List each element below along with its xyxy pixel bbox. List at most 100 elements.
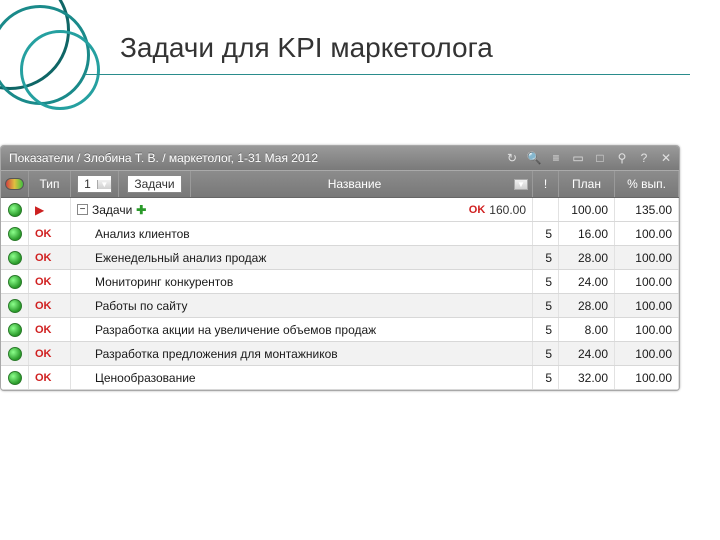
name-cell[interactable]: Разработка акции на увеличение объемов п… xyxy=(71,318,533,341)
type-cell: OK xyxy=(29,246,71,269)
summary-name-cell[interactable]: − Задачи ✚ OK 160.00 xyxy=(71,198,533,221)
pct-cell: 100.00 xyxy=(615,318,679,341)
status-cell xyxy=(1,222,29,245)
refresh-icon[interactable]: ↻ xyxy=(503,150,521,166)
type-header[interactable]: Тип xyxy=(29,171,71,197)
window-title-bar[interactable]: Показатели / Злобина Т. В. / маркетолог,… xyxy=(1,146,679,170)
pct-cell: 100.00 xyxy=(615,342,679,365)
priority-cell: 5 xyxy=(533,246,559,269)
pct-cell: 100.00 xyxy=(615,294,679,317)
pct-cell: 100.00 xyxy=(615,246,679,269)
ok-badge: OK xyxy=(35,276,52,288)
plan-cell: 28.00 xyxy=(559,246,615,269)
status-cell xyxy=(1,294,29,317)
status-cell xyxy=(1,342,29,365)
ok-badge: OK xyxy=(35,300,52,312)
close-icon[interactable]: ✕ xyxy=(657,150,675,166)
window-title: Показатели / Злобина Т. В. / маркетолог,… xyxy=(5,151,499,165)
name-cell[interactable]: Ценообразование xyxy=(71,366,533,389)
plan-cell: 28.00 xyxy=(559,294,615,317)
status-green-icon xyxy=(8,347,22,361)
chevron-down-icon[interactable]: ▼ xyxy=(514,179,528,190)
plan-cell: 16.00 xyxy=(559,222,615,245)
table-row[interactable]: OK Анализ клиентов516.00100.00 xyxy=(1,222,679,246)
plan-header[interactable]: План xyxy=(559,171,615,197)
status-cell xyxy=(1,270,29,293)
priority-cell: 5 xyxy=(533,342,559,365)
name-header[interactable]: Название ▼ xyxy=(191,171,533,197)
pct-cell: 100.00 xyxy=(615,366,679,389)
plan-cell: 100.00 xyxy=(559,198,615,221)
rank-header[interactable]: 1 ▼ xyxy=(71,171,119,197)
page-title: Задачи для KPI маркетолога xyxy=(120,32,493,64)
priority-header[interactable]: ! xyxy=(533,171,559,197)
rank-spinner[interactable]: 1 ▼ xyxy=(77,175,112,193)
table-row[interactable]: OK Еженедельный анализ продаж528.00100.00 xyxy=(1,246,679,270)
type-cell: OK xyxy=(29,270,71,293)
category-header[interactable]: Задачи xyxy=(119,171,191,197)
decor-circle xyxy=(20,30,100,110)
plan-cell: 24.00 xyxy=(559,342,615,365)
plan-cell: 32.00 xyxy=(559,366,615,389)
collapse-icon[interactable]: ▭ xyxy=(569,150,587,166)
pct-cell: 100.00 xyxy=(615,270,679,293)
priority-cell: 5 xyxy=(533,318,559,341)
table-row[interactable]: OK Разработка предложения для монтажников… xyxy=(1,342,679,366)
collapse-toggle[interactable]: − xyxy=(77,204,88,215)
status-green-icon xyxy=(8,275,22,289)
priority-cell: 5 xyxy=(533,270,559,293)
status-cell xyxy=(1,246,29,269)
type-cell: OK xyxy=(29,318,71,341)
pct-cell: 135.00 xyxy=(615,198,679,221)
status-green-icon xyxy=(8,251,22,265)
status-cell xyxy=(1,198,29,221)
search-icon[interactable]: 🔍 xyxy=(525,150,543,166)
kpi-window: Показатели / Злобина Т. В. / маркетолог,… xyxy=(0,145,680,391)
name-cell[interactable]: Мониторинг конкурентов xyxy=(71,270,533,293)
pct-header[interactable]: % вып. xyxy=(615,171,679,197)
table-row[interactable]: OK Ценообразование532.00100.00 xyxy=(1,366,679,390)
status-cell xyxy=(1,318,29,341)
summary-total: 160.00 xyxy=(489,203,526,217)
summary-ok-badge: OK xyxy=(469,204,486,216)
title-underline xyxy=(85,74,690,75)
name-cell[interactable]: Анализ клиентов xyxy=(71,222,533,245)
ok-badge: OK xyxy=(35,228,52,240)
status-header[interactable] xyxy=(1,171,29,197)
ok-badge: OK xyxy=(35,372,52,384)
ok-badge: OK xyxy=(35,252,52,264)
type-cell: ▶ xyxy=(29,198,71,221)
category-value: Задачи xyxy=(128,177,180,191)
table-row[interactable]: OK Разработка акции на увеличение объемов… xyxy=(1,318,679,342)
table-row[interactable]: OK Мониторинг конкурентов524.00100.00 xyxy=(1,270,679,294)
plan-cell: 24.00 xyxy=(559,270,615,293)
rank-value: 1 xyxy=(78,177,97,191)
chevron-down-icon[interactable]: ▼ xyxy=(97,180,111,189)
priority-cell: 5 xyxy=(533,366,559,389)
status-green-icon xyxy=(8,227,22,241)
ok-badge: OK xyxy=(35,324,52,336)
table-summary-row[interactable]: ▶ − Задачи ✚ OK 160.00 100.00 135.00 xyxy=(1,198,679,222)
plan-cell: 8.00 xyxy=(559,318,615,341)
status-cell xyxy=(1,366,29,389)
pct-cell: 100.00 xyxy=(615,222,679,245)
column-header-row: Тип 1 ▼ Задачи Название ▼ ! План % вып. xyxy=(1,170,679,198)
name-cell[interactable]: Работы по сайту xyxy=(71,294,533,317)
ok-badge: OK xyxy=(35,348,52,360)
priority-cell: 5 xyxy=(533,222,559,245)
table-row[interactable]: OK Работы по сайту528.00100.00 xyxy=(1,294,679,318)
name-header-label: Название xyxy=(195,177,514,191)
filter-icon[interactable]: ≡ xyxy=(547,150,565,166)
flag-icon: ▶ xyxy=(35,203,44,217)
help-icon[interactable]: ? xyxy=(635,150,653,166)
priority-cell: 5 xyxy=(533,294,559,317)
priority-cell xyxy=(533,198,559,221)
split-icon[interactable]: □ xyxy=(591,150,609,166)
status-green-icon xyxy=(8,203,22,217)
name-cell[interactable]: Разработка предложения для монтажников xyxy=(71,342,533,365)
add-icon[interactable]: ✚ xyxy=(136,203,146,217)
pin-icon[interactable]: ⚲ xyxy=(613,150,631,166)
category-dropdown[interactable]: Задачи xyxy=(127,175,181,193)
type-cell: OK xyxy=(29,342,71,365)
name-cell[interactable]: Еженедельный анализ продаж xyxy=(71,246,533,269)
